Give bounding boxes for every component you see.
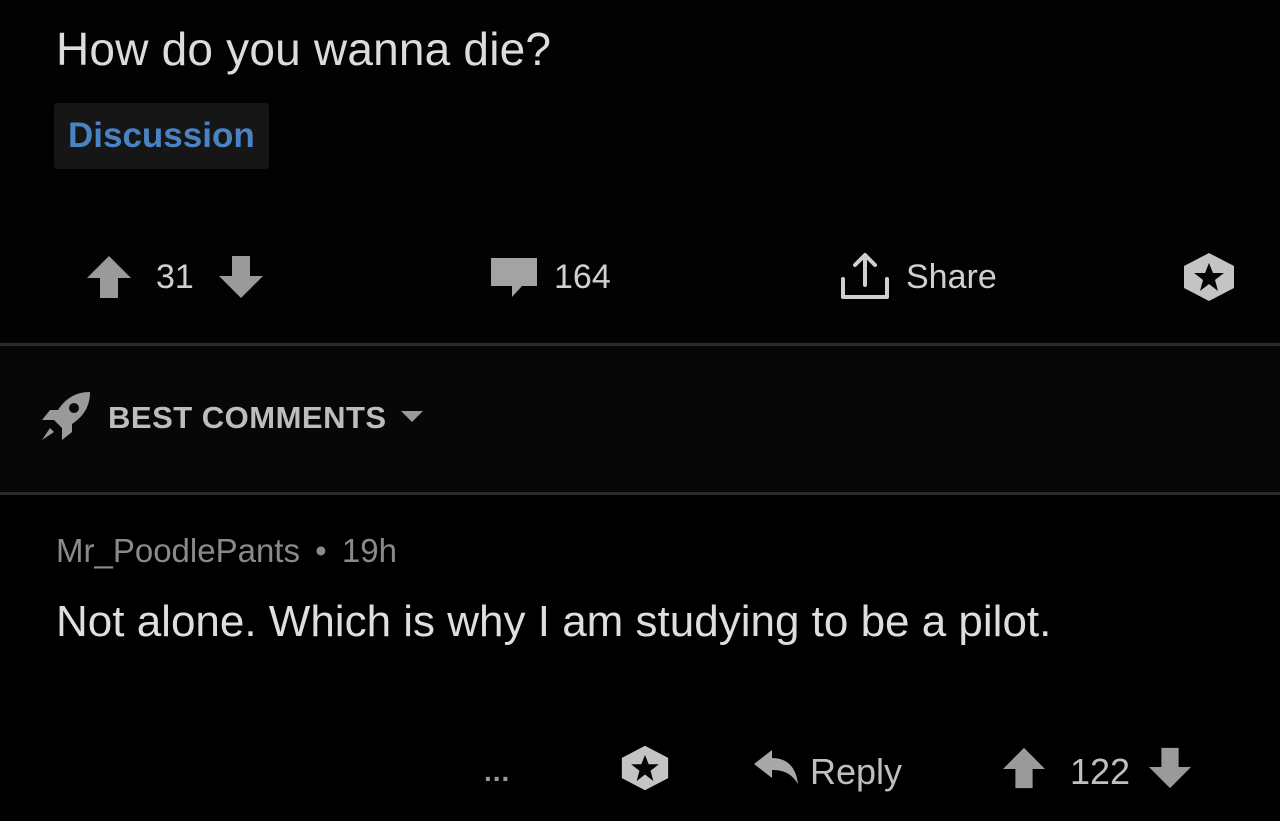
- meta-separator: •: [315, 532, 327, 569]
- chevron-down-icon: [399, 408, 425, 429]
- share-button[interactable]: Share: [838, 232, 997, 322]
- comment-bubble-icon: [488, 254, 540, 300]
- sort-bar: BEST COMMENTS: [0, 346, 1280, 492]
- sort-button[interactable]: BEST COMMENTS: [38, 378, 425, 458]
- comment-meta: Mr_PoodlePants • 19h: [56, 532, 397, 570]
- post-header: How do you wanna die? Discussion 31 164: [0, 0, 1280, 345]
- post-vote-group: 31: [84, 232, 266, 322]
- share-label: Share: [906, 257, 997, 296]
- upvote-icon[interactable]: [84, 254, 134, 300]
- comment-score: 122: [1070, 751, 1131, 792]
- sort-label: BEST COMMENTS: [108, 400, 387, 435]
- downvote-icon[interactable]: [1146, 746, 1194, 799]
- post-action-bar: 31 164 Share: [0, 232, 1280, 322]
- share-icon: [838, 251, 892, 303]
- comment-author[interactable]: Mr_PoodlePants: [56, 532, 300, 569]
- comment-vote-group: 122: [1000, 732, 1194, 812]
- reply-arrow-icon: [752, 748, 800, 797]
- downvote-icon[interactable]: [216, 254, 266, 300]
- reply-button[interactable]: Reply: [752, 732, 902, 812]
- comment-age: 19h: [341, 532, 397, 569]
- rocket-icon: [38, 388, 94, 449]
- more-options-button[interactable]: ...: [484, 732, 510, 812]
- save-star-icon: [1180, 250, 1238, 304]
- save-post-button[interactable]: [1180, 232, 1238, 322]
- save-star-icon: [618, 743, 672, 802]
- save-comment-button[interactable]: [618, 732, 672, 812]
- post-flair-label: Discussion: [68, 116, 255, 155]
- comments-button[interactable]: 164: [488, 232, 611, 322]
- comment-action-bar: ... Reply 122: [0, 732, 1280, 812]
- post-score: 31: [156, 257, 194, 296]
- comment-count: 164: [554, 257, 611, 296]
- reply-label: Reply: [810, 751, 903, 792]
- comment: Mr_PoodlePants • 19h Not alone. Which is…: [0, 496, 1280, 821]
- post-title: How do you wanna die?: [56, 23, 552, 75]
- comment-body: Not alone. Which is why I am studying to…: [56, 597, 1052, 646]
- divider: [0, 492, 1280, 495]
- post-flair[interactable]: Discussion: [54, 103, 269, 169]
- more-label: ...: [484, 756, 511, 787]
- upvote-icon[interactable]: [1000, 746, 1048, 799]
